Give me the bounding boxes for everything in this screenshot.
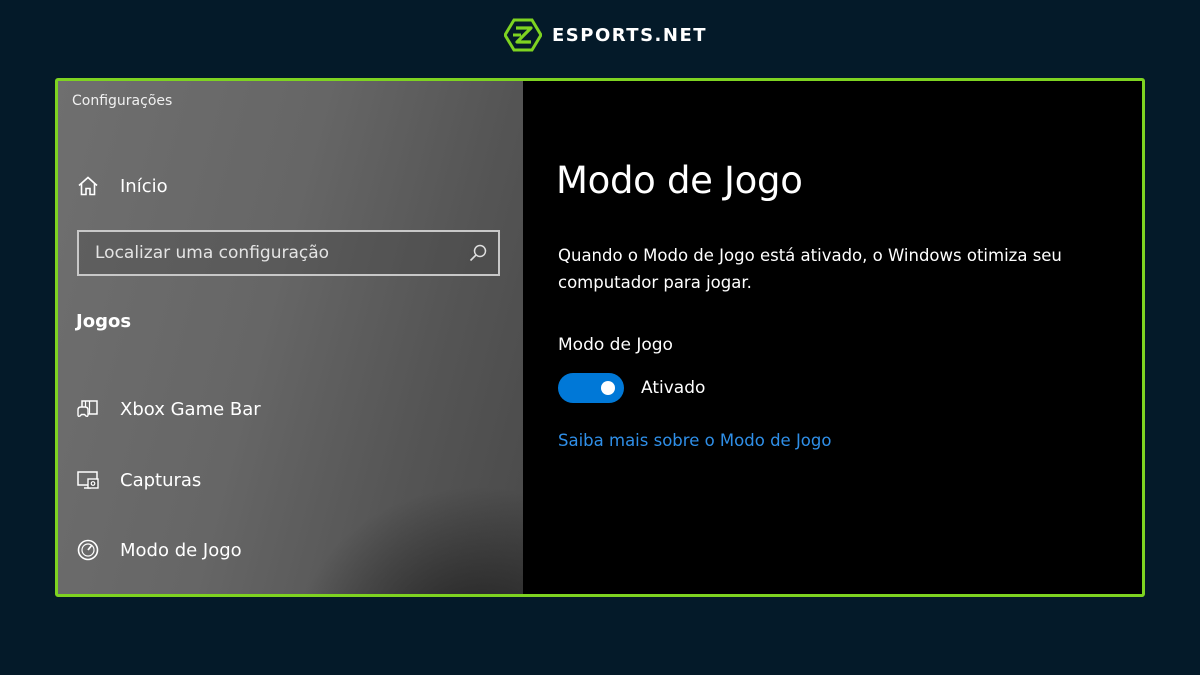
nav-home[interactable]: Início [76,174,168,198]
page-title: Modo de Jogo [556,159,803,202]
section-heading-games: Jogos [76,311,132,332]
search-box[interactable] [77,230,500,276]
search-input[interactable] [95,243,455,263]
nav-home-label: Início [120,175,168,197]
game-mode-toggle[interactable] [558,373,624,403]
esports-logo-icon [504,18,542,52]
game-mode-icon [77,539,99,561]
nav-captures-label: Capturas [120,469,202,491]
nav-game-mode[interactable]: Modo de Jogo [76,538,242,562]
toggle-row: Ativado [558,373,705,403]
settings-content: Modo de Jogo Quando o Modo de Jogo está … [523,81,1142,594]
nav-xbox-game-bar[interactable]: Xbox Game Bar [76,397,261,421]
learn-more-link[interactable]: Saiba mais sobre o Modo de Jogo [558,431,831,450]
toggle-knob [601,381,615,395]
screenshot-frame: Configurações Início Jogos Xbox Ga [55,78,1145,597]
game-bar-icon [77,400,98,418]
nav-game-mode-label: Modo de Jogo [120,539,242,561]
brand-header: ESPORTS.NET [504,18,707,52]
home-icon [78,176,98,196]
brand-name: ESPORTS.NET [552,24,708,46]
toggle-label: Modo de Jogo [558,335,673,355]
toggle-state: Ativado [641,378,706,398]
window-title: Configurações [72,93,173,109]
nav-captures[interactable]: Capturas [76,468,201,492]
settings-sidebar: Configurações Início Jogos Xbox Ga [58,81,523,594]
nav-xbox-game-bar-label: Xbox Game Bar [120,398,261,420]
captures-icon [77,471,99,489]
page-description: Quando o Modo de Jogo está ativado, o Wi… [558,246,1062,292]
search-icon[interactable] [468,243,488,263]
